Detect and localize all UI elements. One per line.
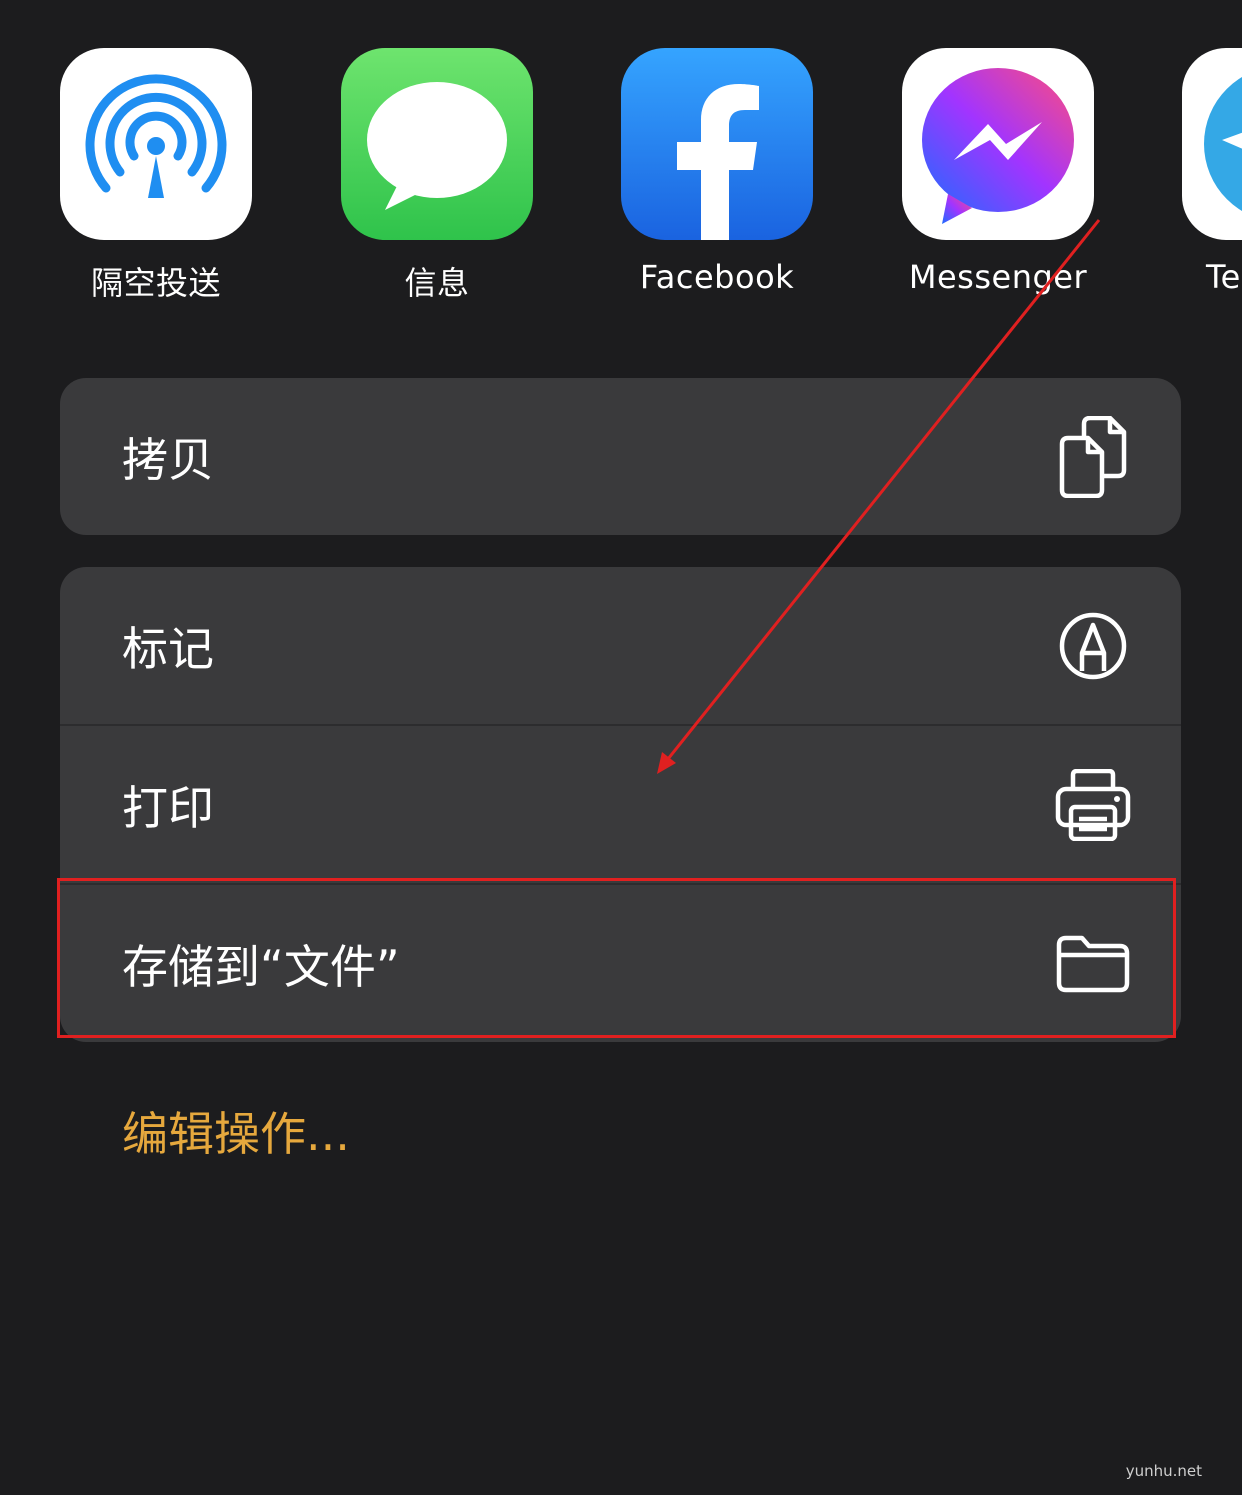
action-group-main: 标记 打印 存储到“文件”: [60, 567, 1181, 1042]
watermark: yunhu.net: [1125, 1462, 1202, 1480]
app-facebook[interactable]: Facebook: [621, 48, 813, 296]
app-airdrop[interactable]: 隔空投送: [60, 48, 252, 304]
share-apps-row: 隔空投送 信息 Facebook Messenger Te: [0, 0, 1242, 330]
app-messenger[interactable]: Messenger: [902, 48, 1094, 296]
messages-icon: [341, 48, 533, 240]
action-markup[interactable]: 标记: [60, 567, 1181, 724]
app-telegram[interactable]: Te: [1182, 48, 1242, 296]
app-label: 信息: [404, 264, 470, 302]
app-label: Facebook: [639, 258, 795, 296]
action-print[interactable]: 打印: [60, 724, 1181, 883]
app-label: Te: [1206, 258, 1241, 296]
edit-actions-link[interactable]: 编辑操作...: [122, 1098, 350, 1164]
messenger-icon: [902, 48, 1094, 240]
action-save-to-files[interactable]: 存储到“文件”: [60, 883, 1181, 1042]
app-label: 隔空投送: [90, 264, 221, 302]
app-label: Messenger: [908, 258, 1088, 296]
copy-icon: [1055, 415, 1131, 499]
airdrop-icon: [60, 48, 252, 240]
facebook-icon: [621, 48, 813, 240]
action-label: 打印: [122, 780, 214, 835]
print-icon: [1055, 763, 1131, 847]
action-label: 存储到“文件”: [122, 939, 400, 994]
folder-icon: [1055, 922, 1131, 1006]
telegram-icon: [1182, 48, 1242, 240]
action-label: 拷贝: [122, 432, 214, 487]
app-messages[interactable]: 信息: [341, 48, 533, 304]
markup-icon: [1055, 604, 1131, 688]
action-label: 标记: [122, 621, 214, 676]
action-copy[interactable]: 拷贝: [60, 378, 1181, 535]
action-group-copy: 拷贝: [60, 378, 1181, 535]
